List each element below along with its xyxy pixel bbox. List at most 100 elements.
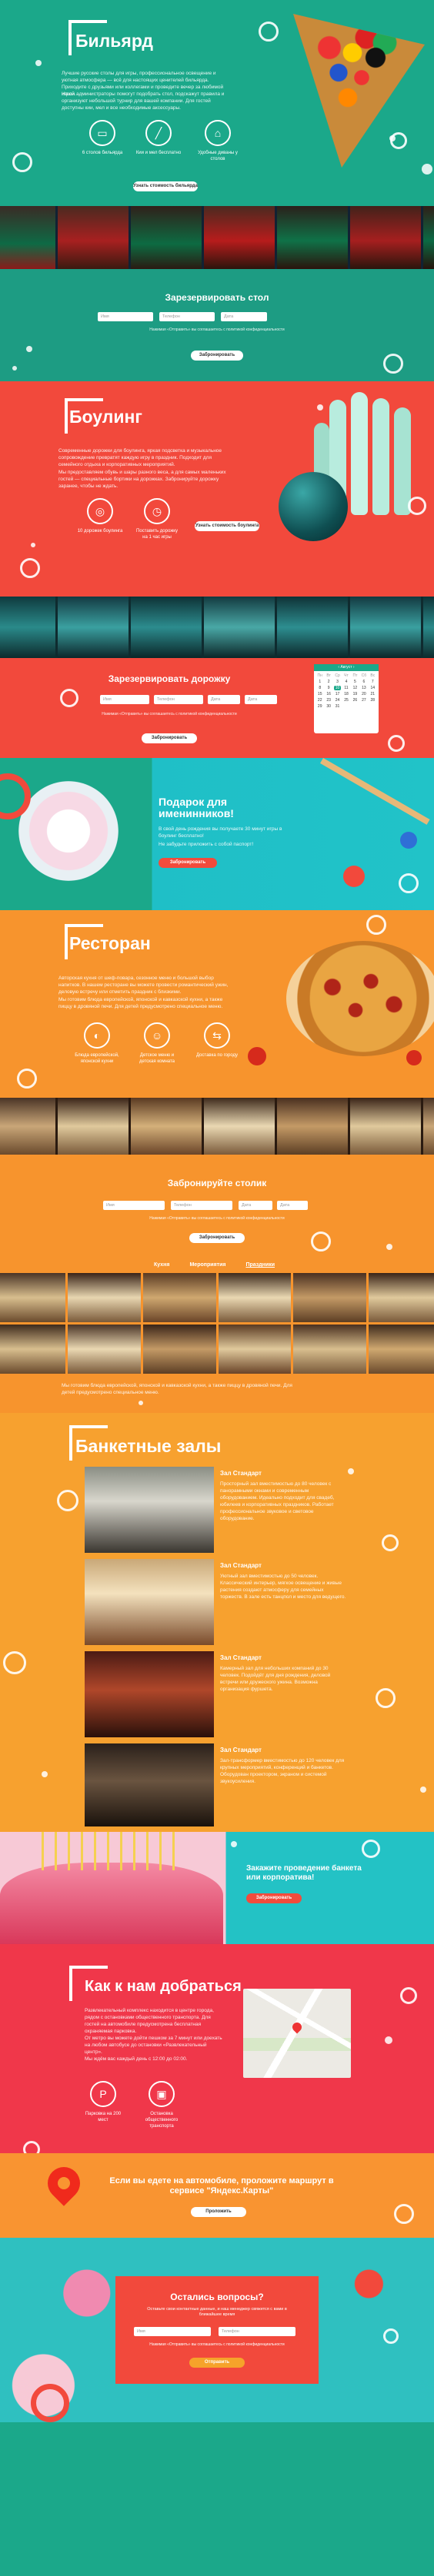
hall-photo [85,1651,214,1737]
gallery-photo[interactable] [0,1325,65,1374]
calendar-day[interactable]: 1 [316,680,323,684]
tomato-image [406,1050,422,1065]
calendar-day[interactable]: 14 [369,686,376,690]
phone-input[interactable]: Телефон [159,312,215,321]
phone-input[interactable]: Телефон [154,695,203,704]
calendar-day[interactable]: 21 [369,692,376,696]
calendar-day[interactable]: 13 [360,686,367,690]
phone-input[interactable]: Телефон [171,1201,232,1210]
map-widget[interactable] [243,1989,351,2078]
calendar-day[interactable]: 5 [352,680,359,684]
calendar-day[interactable]: 12 [352,686,359,690]
submit-button[interactable]: Отправить [189,2358,245,2368]
hall-photo [85,1467,214,1553]
time-input[interactable]: Дата [277,1201,308,1210]
gallery-photo[interactable] [67,1273,141,1322]
section-text: Мы ждём вас каждый день с 12:00 до 02:00… [85,2056,188,2062]
gallery-photo[interactable] [0,1273,65,1322]
calendar-day[interactable]: 8 [316,686,323,690]
phone-input[interactable]: Телефон [219,2327,295,2336]
decor-ring [376,1688,396,1708]
cta-button[interactable]: Забронировать [246,1893,302,1903]
decor-dot [422,164,432,175]
calendar-day[interactable]: 18 [342,692,349,696]
calendar-day[interactable]: 17 [334,692,341,696]
tab-events[interactable]: Мероприятия [189,1262,225,1268]
book-button[interactable]: Забронировать [191,351,243,361]
gallery-photo[interactable] [293,1325,367,1374]
map-pin-icon[interactable] [290,2020,304,2034]
decor-ring [20,558,40,578]
calendar-day[interactable]: 19 [352,692,359,696]
name-input[interactable]: Имя [100,695,149,704]
gift-button[interactable]: Забронировать [159,858,217,868]
gallery-photo[interactable] [67,1325,141,1374]
gallery-photo[interactable] [218,1325,292,1374]
bowling-photo [204,597,275,658]
restaurant-photo [131,1098,202,1155]
calendar-widget[interactable]: ‹ Август › Пн Вт Ср Чт Пт Сб Вс 1234567 8 9 10 11… [314,664,379,733]
calendar-day[interactable]: 31 [334,704,341,709]
calendar-day[interactable]: 6 [360,680,367,684]
gallery-photo[interactable] [293,1273,367,1322]
feature: ⇆ Доставка по городу [194,1022,240,1059]
time-input[interactable]: Дата [245,695,277,704]
calendar-day[interactable]: 9 [325,686,332,690]
tab-kitchen[interactable]: Кухня [154,1262,169,1268]
calendar-day[interactable]: 25 [342,698,349,703]
hall-card: Зал Стандарт Зал-трансформер вместимость… [85,1743,346,1830]
restaurant-photo-strip [0,1098,434,1155]
calendar-day[interactable]: 29 [316,704,323,709]
restaurant-note: Мы готовим блюда европейской, японской и… [0,1378,434,1413]
calendar-day[interactable]: 26 [352,698,359,703]
calendar-day[interactable]: 10 [333,686,342,690]
calendar-day[interactable]: 16 [325,692,332,696]
name-input[interactable]: Имя [98,312,153,321]
decor-dot [12,366,17,371]
bus-icon: ▣ [149,2081,175,2107]
calendar-day[interactable]: 15 [316,692,323,696]
hall-name: Зал Стандарт [220,1747,262,1753]
billiard-photo [0,206,55,269]
gallery-photo[interactable] [218,1273,292,1322]
delivery-icon: ⇆ [204,1022,230,1049]
calendar-day[interactable]: 22 [316,698,323,703]
calendar-day[interactable]: 24 [334,698,341,703]
calendar-day[interactable]: 7 [369,680,376,684]
name-input[interactable]: Имя [103,1201,165,1210]
contact-form: Остались вопросы? Оставьте свои контактн… [115,2276,319,2384]
agreement-text: Нажимая «Отправить» вы соглашаетесь с по… [149,2342,285,2347]
date-input[interactable]: Дата [221,312,267,321]
price-button[interactable]: Узнать стоимость бильярда [133,181,198,191]
calendar-day[interactable]: 23 [325,698,332,703]
booking-title: Зарезервировать стол [165,292,269,303]
calendar-day[interactable]: 3 [334,680,341,684]
gallery-photo[interactable] [142,1273,216,1322]
decor-ring [57,1490,78,1511]
gallery-photo[interactable] [369,1273,434,1322]
date-input[interactable]: Дата [239,1201,272,1210]
calendar-day[interactable]: 4 [342,680,349,684]
gallery-photo[interactable] [142,1325,216,1374]
cue-icon: ╱ [145,120,172,146]
calendar-day[interactable]: 27 [360,698,367,703]
calendar-day[interactable]: 20 [360,692,367,696]
tab-holidays[interactable]: Праздники [245,1262,275,1268]
gallery-photo[interactable] [369,1325,434,1374]
calendar-day[interactable]: 30 [325,704,332,709]
bowling-photo-strip [0,597,434,658]
decor-dot [385,2036,392,2044]
hall-photo [85,1559,214,1645]
calendar-day[interactable]: 28 [369,698,376,703]
calendar-day[interactable]: 11 [342,686,349,690]
price-button[interactable]: Узнать стоимость боулинга [195,521,259,531]
book-button[interactable]: Забронировать [189,1233,245,1243]
calendar-next-icon[interactable]: › [352,665,355,670]
route-button[interactable]: Проложить [191,2207,246,2217]
calendar-day[interactable]: 2 [325,680,332,684]
book-button[interactable]: Забронировать [142,733,197,743]
bowling-photo [0,597,55,658]
date-input[interactable]: Дата [208,695,240,704]
billiard-photo [277,206,348,269]
name-input[interactable]: Имя [134,2327,211,2336]
